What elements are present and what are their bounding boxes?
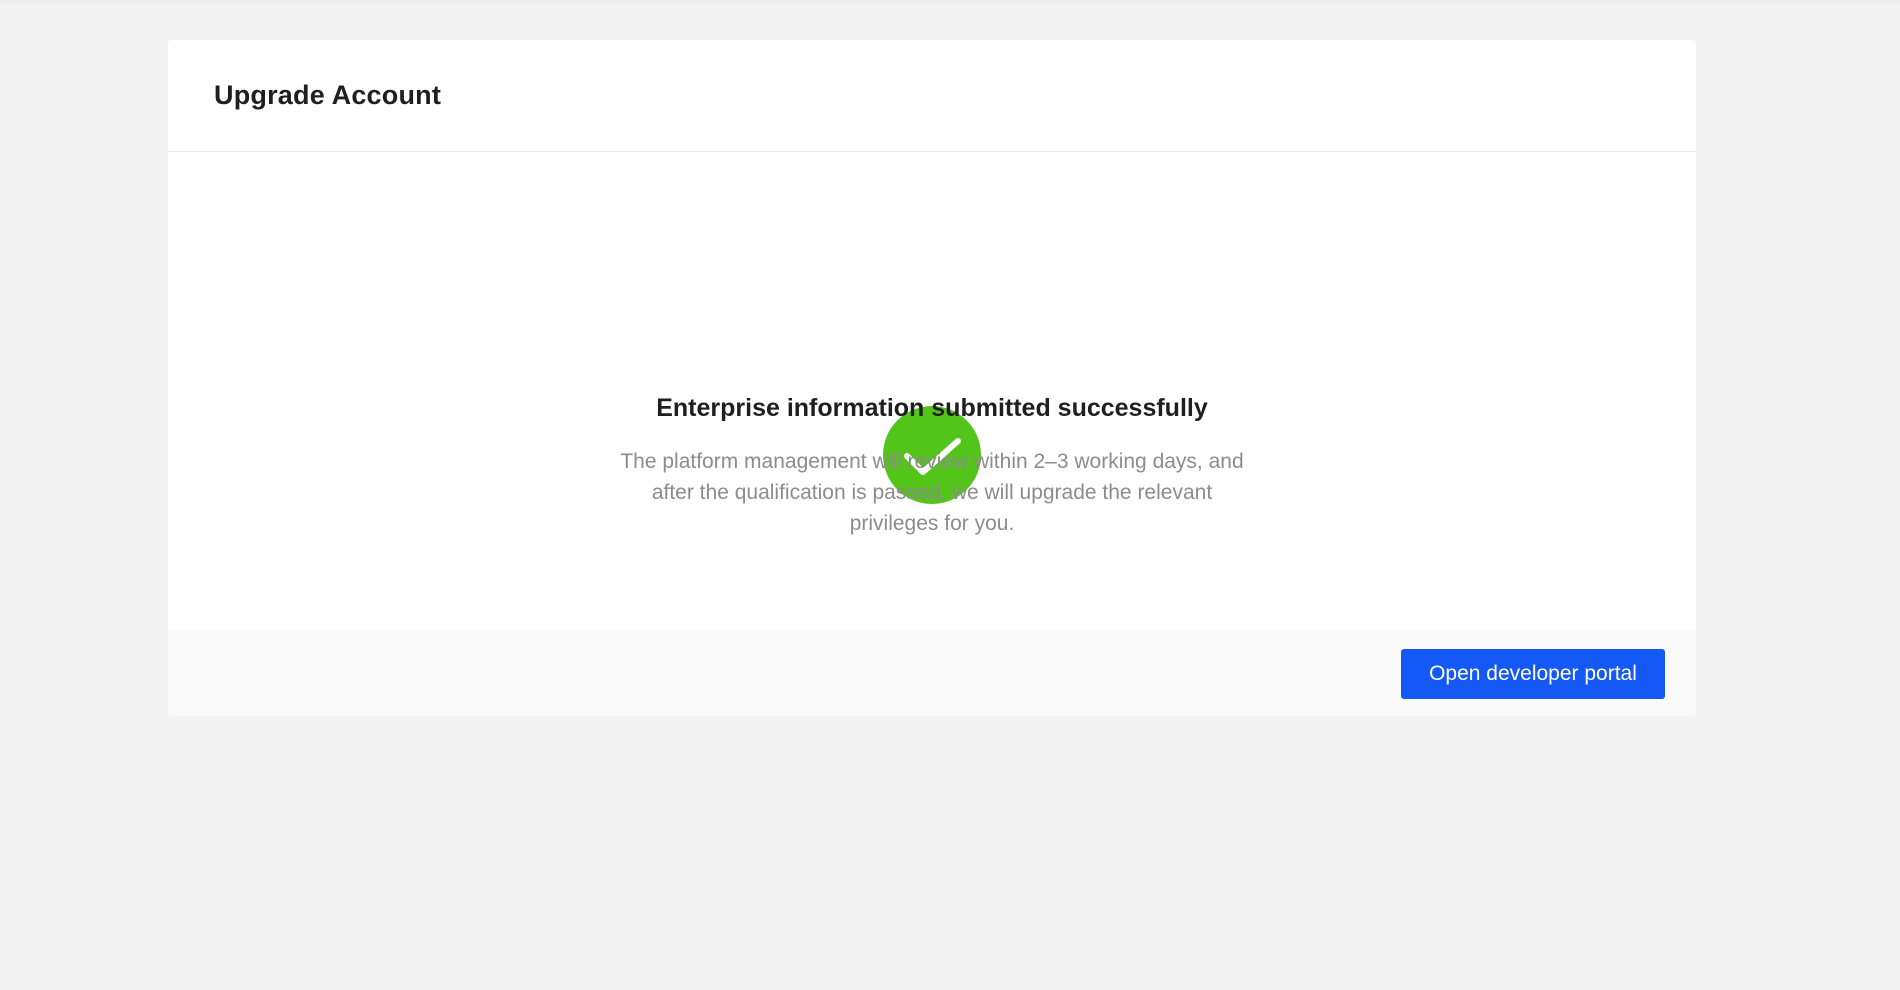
result-description: The platform management will review with… — [620, 450, 1244, 535]
result-panel: Enterprise information submitted success… — [168, 152, 1696, 630]
open-developer-portal-button[interactable]: Open developer portal — [1401, 649, 1665, 699]
page-title: Upgrade Account — [214, 80, 442, 110]
result-title: Enterprise information submitted success… — [656, 394, 1208, 422]
page: Upgrade Account Enterprise information s… — [0, 0, 1900, 990]
card-header: Upgrade Account — [168, 40, 1696, 152]
upgrade-account-card: Upgrade Account Enterprise information s… — [168, 40, 1696, 716]
top-shadow — [0, 0, 1900, 8]
card-footer: Open developer portal — [168, 630, 1696, 716]
